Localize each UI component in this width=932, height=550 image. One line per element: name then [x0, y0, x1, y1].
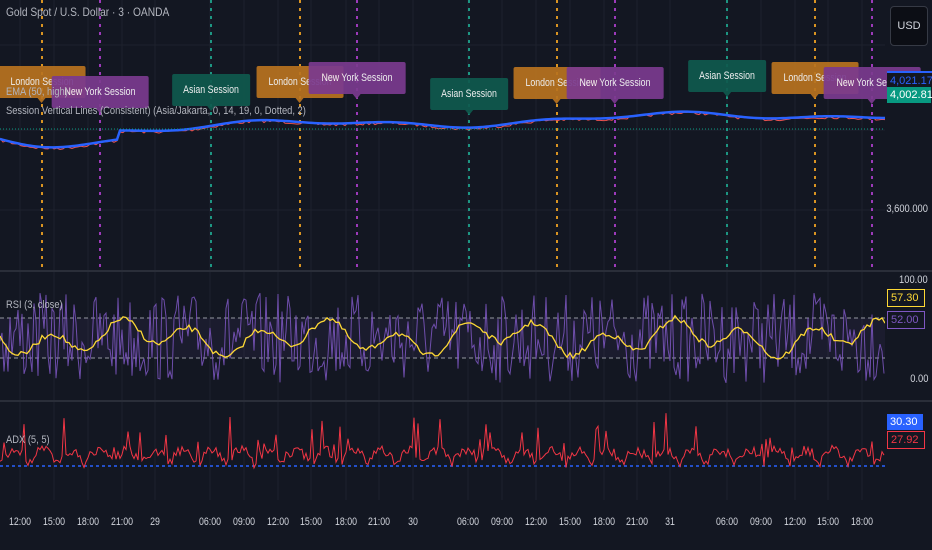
adx-pane[interactable] — [0, 402, 885, 500]
time-tick: 06:00 — [456, 516, 480, 528]
time-tick: 21:00 — [625, 516, 649, 528]
rsi-tick-bottom: 0.00 — [909, 373, 928, 385]
session-label-asian: Asian Session — [172, 74, 250, 111]
session-label-newyork: New York Session — [566, 67, 664, 104]
session-label-text: Asian Session — [699, 70, 755, 82]
session-label-text: New York Session — [321, 72, 393, 84]
time-tick: 15:00 — [816, 516, 840, 528]
time-tick: 09:00 — [749, 516, 773, 528]
time-tick: 31 — [665, 516, 675, 528]
adx-value-tag: 30.30 — [887, 414, 923, 430]
price-pane[interactable] — [0, 0, 885, 270]
session-label-text: Asian Session — [183, 84, 239, 96]
session-label-newyork: New York Session — [308, 62, 406, 99]
time-tick: 12:00 — [8, 516, 32, 528]
rsi-value-tag: 57.30 — [887, 289, 925, 307]
session-legend[interactable]: Session Vertical Lines (Consistent) (Asi… — [6, 105, 306, 117]
adx-chart[interactable] — [0, 402, 885, 500]
session-label-asian: Asian Session — [688, 60, 766, 97]
session-label-text: New York Session — [579, 77, 651, 89]
session-label-asian: Asian Session — [430, 78, 508, 115]
time-tick: 18:00 — [850, 516, 874, 528]
rsi-ma-tag: 52.00 — [887, 311, 925, 329]
adx-value2-tag: 27.92 — [887, 431, 925, 449]
time-tick: 12:00 — [524, 516, 548, 528]
time-tick: 15:00 — [558, 516, 582, 528]
time-tick: 18:00 — [592, 516, 616, 528]
time-tick: 09:00 — [490, 516, 514, 528]
time-tick: 15:00 — [299, 516, 323, 528]
symbol-title[interactable]: Gold Spot / U.S. Dollar · 3 · OANDA — [6, 5, 169, 19]
price-tick: 3,600.000 — [886, 203, 928, 215]
time-tick: 30 — [408, 516, 418, 528]
time-tick: 12:00 — [783, 516, 807, 528]
time-tick: 09:00 — [232, 516, 256, 528]
ema-legend[interactable]: EMA (50, high) — [6, 86, 68, 98]
rsi-legend[interactable]: RSI (3, close) — [6, 299, 63, 311]
last-price-tag: 4,002.810 — [887, 87, 932, 103]
time-tick: 06:00 — [715, 516, 739, 528]
time-tick: 06:00 — [198, 516, 222, 528]
time-tick: 29 — [150, 516, 160, 528]
time-tick: 18:00 — [76, 516, 100, 528]
time-tick: 21:00 — [110, 516, 134, 528]
price-chart[interactable] — [0, 0, 885, 270]
rsi-pane[interactable] — [0, 272, 885, 400]
session-label-text: New York Session — [64, 86, 136, 98]
time-tick: 18:00 — [334, 516, 358, 528]
rsi-chart[interactable] — [0, 272, 885, 400]
adx-legend[interactable]: ADX (5, 5) — [6, 434, 50, 446]
time-tick: 12:00 — [266, 516, 290, 528]
rsi-tick-top: 100.00 — [899, 274, 928, 286]
adx-line — [0, 413, 885, 470]
time-tick: 15:00 — [42, 516, 66, 528]
session-label-text: Asian Session — [441, 88, 497, 100]
time-tick: 21:00 — [367, 516, 391, 528]
